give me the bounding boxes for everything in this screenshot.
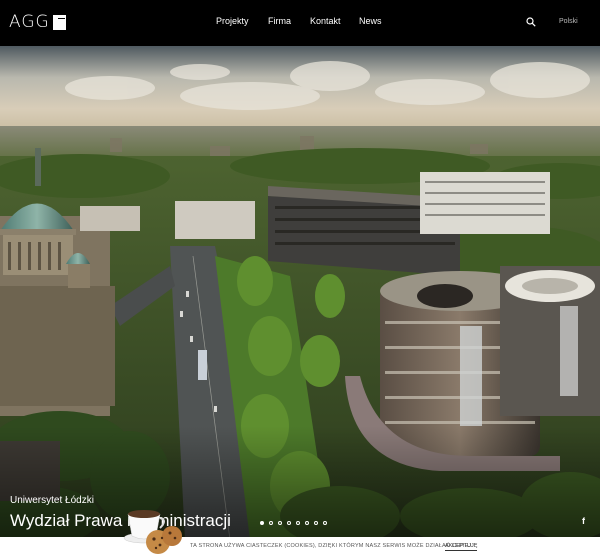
slider-dot[interactable]: [296, 521, 300, 525]
cookie-cup-icon: [123, 510, 182, 554]
nav-item-projekty[interactable]: Projekty: [216, 16, 268, 26]
cookie-accept-button[interactable]: AKCEPTUJĘ: [445, 543, 478, 551]
slider-dot[interactable]: [323, 521, 327, 525]
slider-dot[interactable]: [278, 521, 282, 525]
nav-item-firma[interactable]: Firma: [268, 16, 310, 26]
logo[interactable]: AGG: [9, 12, 66, 32]
slider-dot[interactable]: [287, 521, 291, 525]
logo-text: AGG: [9, 12, 50, 32]
main-nav: Projekty Firma Kontakt News: [216, 16, 382, 26]
slider-dot[interactable]: [314, 521, 318, 525]
facebook-icon[interactable]: f: [582, 516, 585, 526]
slider-pagination: [260, 521, 327, 525]
slide-caption: Uniwersytet Łódzki Wydział Prawa i Admin…: [10, 495, 231, 531]
language-switcher[interactable]: Polski: [559, 18, 578, 25]
hero-aerial-photo: [0, 46, 600, 540]
nav-item-kontakt[interactable]: Kontakt: [310, 16, 359, 26]
cookie-bar: TA STRONA UŻYWA CIASTECZEK (COOKIES), DZ…: [0, 537, 600, 560]
slide-subtitle: Uniwersytet Łódzki: [10, 495, 94, 506]
slider-dot[interactable]: [305, 521, 309, 525]
slide-title[interactable]: Wydział Prawa i Administracji: [10, 511, 231, 531]
cookie-notice-text: TA STRONA UŻYWA CIASTECZEK (COOKIES), DZ…: [190, 543, 474, 549]
search-icon[interactable]: [526, 17, 536, 27]
site-header: AGG Projekty Firma Kontakt News Polski: [0, 0, 600, 46]
nav-item-news[interactable]: News: [359, 16, 382, 26]
slider-dot[interactable]: [269, 521, 273, 525]
logo-mark-icon: [52, 14, 66, 30]
hero-slider: Uniwersytet Łódzki Wydział Prawa i Admin…: [0, 46, 600, 540]
slider-dot[interactable]: [260, 521, 264, 525]
